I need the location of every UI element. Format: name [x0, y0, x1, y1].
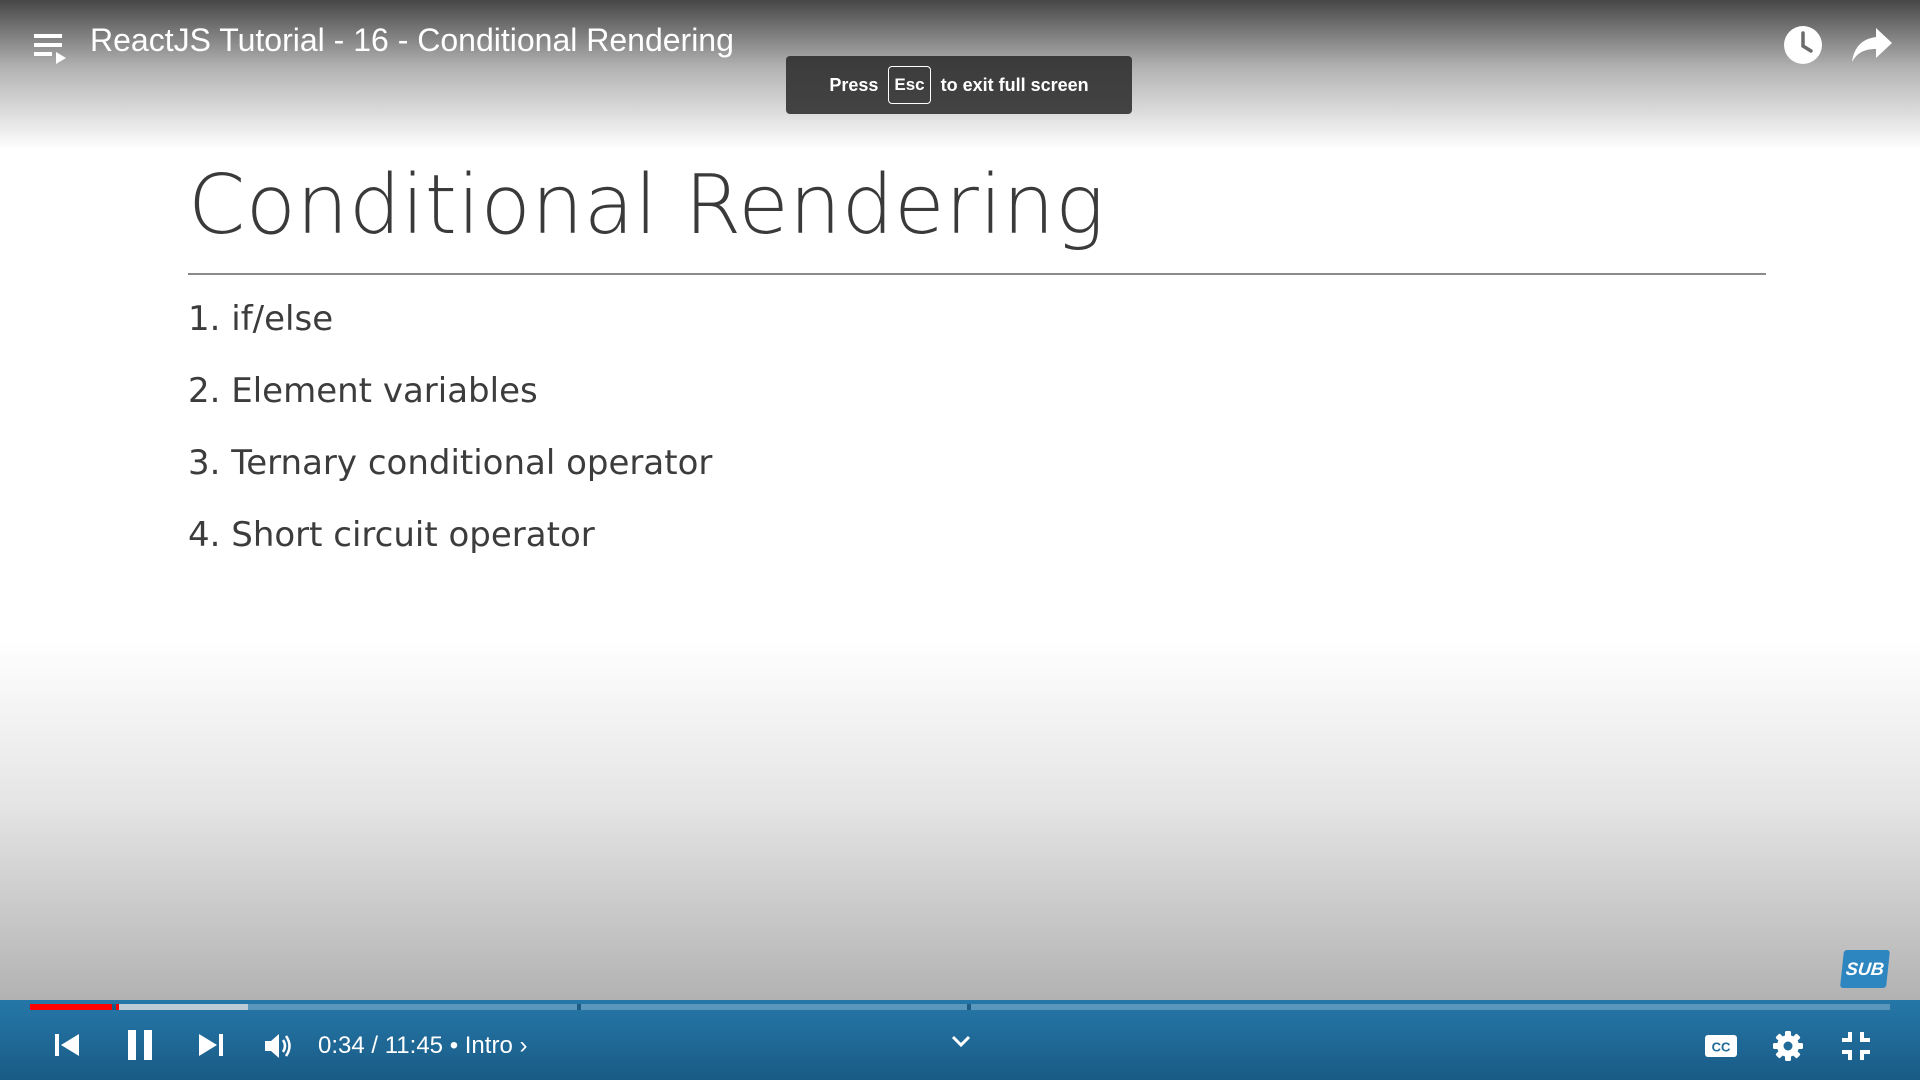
slide-list-item: 3. Ternary conditional operator [188, 443, 713, 483]
pause-icon[interactable] [124, 1028, 156, 1062]
current-time: 0:34 [318, 1032, 365, 1059]
exit-fullscreen-icon[interactable] [1840, 1030, 1872, 1062]
chapter-marker [967, 1004, 972, 1010]
share-icon[interactable] [1850, 26, 1894, 64]
notice-prefix: Press [829, 74, 879, 95]
progress-played [30, 1004, 120, 1010]
chapter-bullet: • [449, 1032, 459, 1059]
slide-divider [188, 273, 1766, 275]
skip-previous-icon[interactable] [52, 1030, 82, 1060]
slide-list-item: 2. Element variables [188, 371, 538, 411]
svg-text:CC: CC [1712, 1040, 1731, 1055]
progress-bar[interactable] [30, 1004, 1890, 1010]
playlist-icon[interactable] [32, 28, 72, 68]
gear-icon[interactable] [1772, 1030, 1804, 1062]
chapter-title[interactable]: Intro [465, 1032, 513, 1059]
slide-list-item: 4. Short circuit operator [188, 515, 595, 555]
chapter-chevron-icon[interactable]: › [519, 1032, 527, 1059]
fullscreen-notice: Press Esc to exit full screen [786, 56, 1132, 114]
volume-icon[interactable] [262, 1030, 294, 1062]
slide-list: 1. if/else 2. Element variables 3. Terna… [188, 292, 712, 580]
notice-suffix: to exit full screen [940, 74, 1089, 95]
video-title[interactable]: ReactJS Tutorial - 16 - Conditional Rend… [90, 22, 734, 59]
duration: 11:45 [384, 1032, 444, 1059]
bottom-overlay [0, 640, 1920, 1000]
time-display: 0:34 / 11:45 • Intro › [318, 1032, 527, 1060]
clock-icon[interactable] [1782, 24, 1824, 66]
slide-title: Conditional Rendering [188, 158, 1105, 253]
chapter-marker [576, 1004, 581, 1010]
chevron-down-icon[interactable] [950, 1034, 972, 1048]
esc-key: Esc [888, 66, 931, 104]
cc-icon[interactable]: CC [1704, 1032, 1738, 1060]
skip-next-icon[interactable] [196, 1030, 226, 1060]
chapter-marker [111, 1004, 116, 1010]
slide-list-item: 1. if/else [188, 299, 334, 339]
time-separator: / [371, 1032, 379, 1059]
subscribe-badge[interactable]: SUB [1840, 950, 1890, 988]
